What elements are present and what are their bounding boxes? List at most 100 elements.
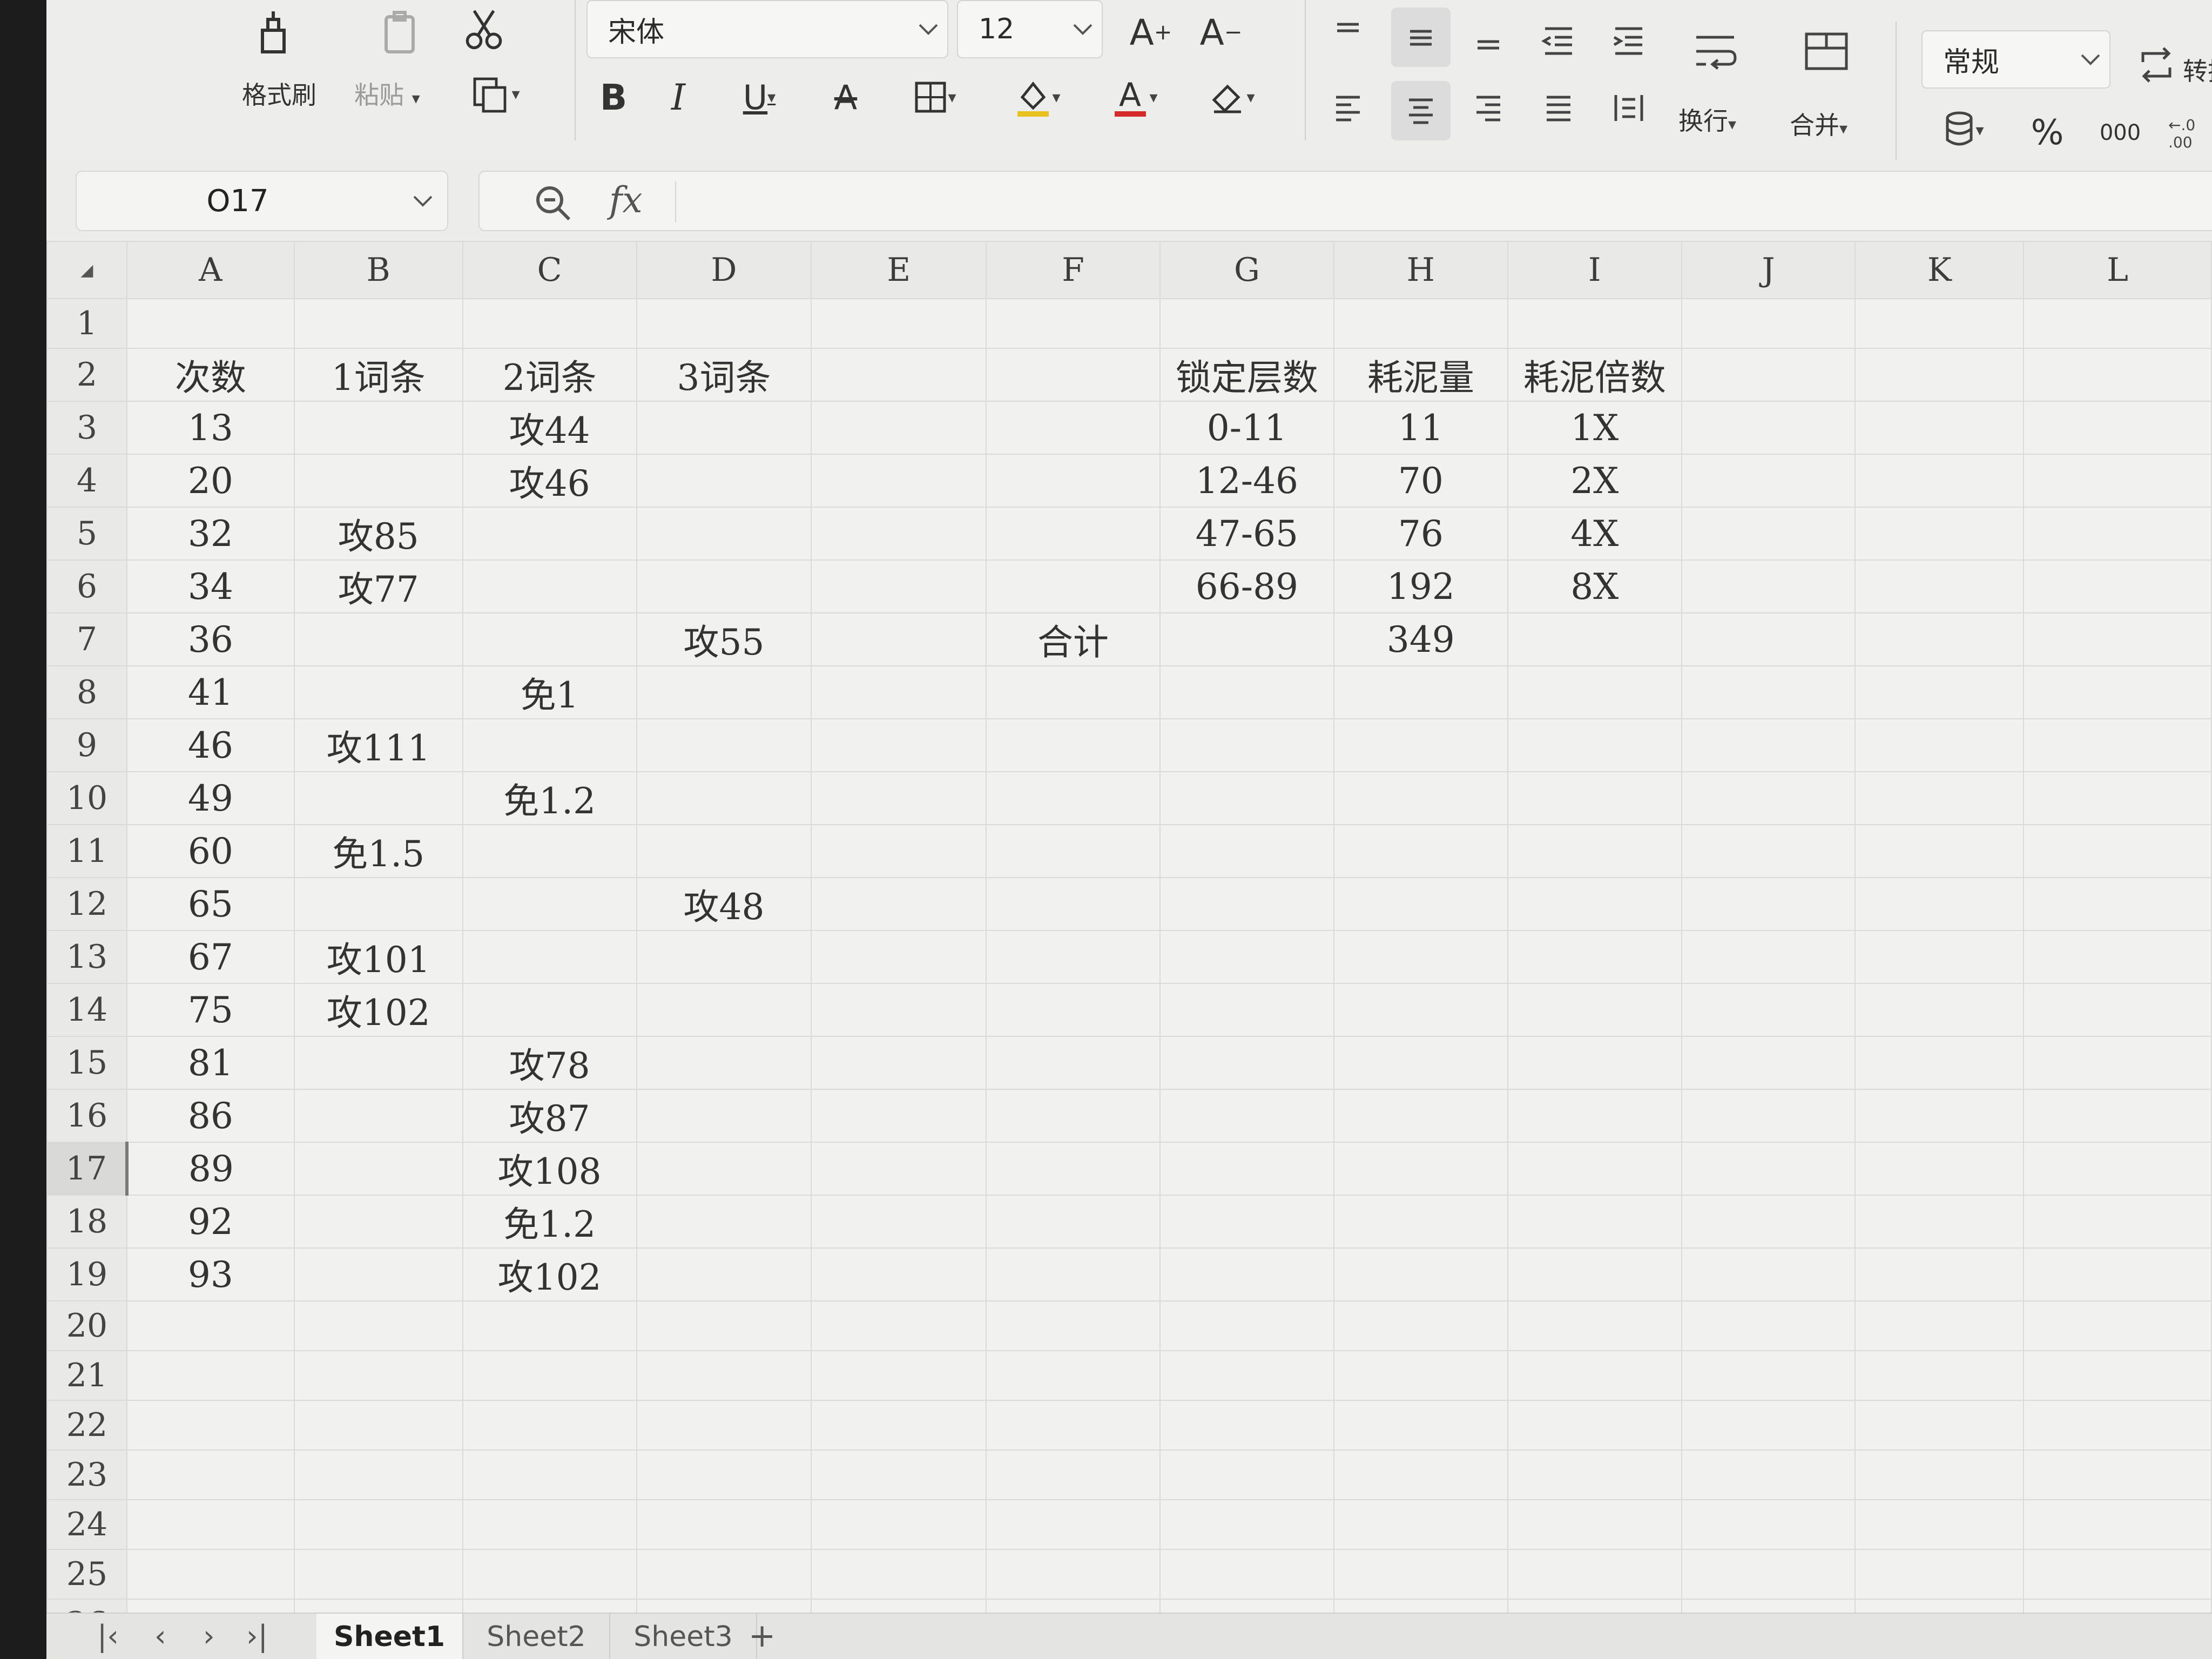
convert-icon[interactable] — [2132, 38, 2181, 92]
cell-a14[interactable]: 75 — [126, 983, 295, 1037]
cell-b25[interactable] — [293, 1549, 463, 1600]
cell-l9[interactable] — [2023, 718, 2212, 772]
cell-l4[interactable] — [2023, 454, 2212, 508]
cell-k22[interactable] — [1854, 1400, 2025, 1451]
cell-j20[interactable] — [1681, 1300, 1856, 1351]
name-box[interactable]: O17 — [76, 171, 448, 231]
zoom-search-icon[interactable] — [532, 183, 574, 226]
justify-icon[interactable] — [1532, 81, 1586, 135]
column-header-c[interactable]: C — [462, 241, 637, 299]
cell-c18[interactable]: 免1.2 — [462, 1195, 637, 1249]
column-header-e[interactable]: E — [811, 241, 987, 299]
increase-indent-icon[interactable] — [1602, 16, 1656, 65]
cell-j7[interactable] — [1681, 612, 1856, 666]
cell-l24[interactable] — [2023, 1499, 2212, 1550]
cell-g2[interactable]: 锁定层数 — [1159, 348, 1334, 402]
cell-c7[interactable] — [462, 612, 637, 666]
cell-e2[interactable] — [811, 348, 987, 402]
cell-e17[interactable] — [811, 1142, 987, 1196]
add-sheet-button[interactable]: + — [748, 1617, 775, 1655]
cell-k24[interactable] — [1854, 1499, 2025, 1550]
distributed-align-icon[interactable] — [1602, 81, 1656, 135]
cell-j11[interactable] — [1681, 824, 1856, 878]
fill-color-icon[interactable]: ▾ — [997, 70, 1078, 124]
cell-b22[interactable] — [293, 1400, 463, 1451]
cell-f14[interactable] — [986, 983, 1161, 1037]
cell-i15[interactable] — [1507, 1036, 1682, 1090]
cell-i14[interactable] — [1507, 983, 1682, 1037]
first-sheet-icon[interactable]: |‹ — [97, 1619, 119, 1653]
cell-b14[interactable]: 攻102 — [293, 983, 463, 1037]
cell-c5[interactable] — [462, 507, 637, 561]
thousands-separator-icon[interactable]: 000 — [2088, 106, 2153, 160]
paste-icon[interactable] — [367, 3, 432, 63]
cell-a26[interactable] — [126, 1599, 295, 1613]
cell-k11[interactable] — [1854, 824, 2025, 878]
cell-f9[interactable] — [986, 718, 1161, 772]
cell-d17[interactable] — [636, 1142, 812, 1196]
cell-j17[interactable] — [1681, 1142, 1856, 1196]
row-header[interactable]: 2 — [46, 348, 127, 402]
cell-a19[interactable]: 93 — [126, 1247, 295, 1301]
cell-b13[interactable]: 攻101 — [293, 930, 463, 984]
cell-b4[interactable] — [293, 454, 463, 508]
cell-j24[interactable] — [1681, 1499, 1856, 1550]
align-top-icon[interactable] — [1321, 8, 1375, 56]
cell-d4[interactable] — [636, 454, 812, 508]
function-icon[interactable]: fx — [609, 179, 643, 221]
cell-e9[interactable] — [811, 718, 987, 772]
cell-d9[interactable] — [636, 718, 812, 772]
cell-f26[interactable] — [986, 1599, 1161, 1613]
row-header[interactable]: 12 — [46, 877, 127, 931]
cell-e11[interactable] — [811, 824, 987, 878]
cell-e22[interactable] — [811, 1400, 987, 1451]
cell-k19[interactable] — [1854, 1247, 2025, 1301]
sheet-tab-sheet2[interactable]: Sheet2 — [463, 1614, 610, 1659]
font-name-select[interactable]: 宋体 — [586, 0, 948, 58]
cell-k5[interactable] — [1854, 507, 2025, 561]
cell-j9[interactable] — [1681, 718, 1856, 772]
cell-h22[interactable] — [1333, 1400, 1508, 1451]
cell-a2[interactable]: 次数 — [126, 348, 295, 402]
cell-f2[interactable] — [986, 348, 1161, 402]
select-all-corner[interactable]: ◢ — [46, 241, 127, 299]
cell-l25[interactable] — [2023, 1549, 2212, 1600]
cell-e12[interactable] — [811, 877, 987, 931]
cell-i17[interactable] — [1507, 1142, 1682, 1196]
copy-icon[interactable]: ▾ — [459, 67, 529, 121]
cell-b12[interactable] — [293, 877, 463, 931]
currency-icon[interactable]: ▾ — [1926, 100, 2001, 160]
cell-h20[interactable] — [1333, 1300, 1508, 1351]
cell-h10[interactable] — [1333, 771, 1508, 825]
cell-g4[interactable]: 12-46 — [1159, 454, 1334, 508]
cell-c6[interactable] — [462, 559, 637, 613]
cell-i3[interactable]: 1X — [1507, 401, 1682, 455]
cell-e5[interactable] — [811, 507, 987, 561]
cell-d6[interactable] — [636, 559, 812, 613]
cell-f13[interactable] — [986, 930, 1161, 984]
percent-icon[interactable]: % — [2018, 106, 2077, 160]
cell-h25[interactable] — [1333, 1549, 1508, 1600]
cell-h19[interactable] — [1333, 1247, 1508, 1301]
cell-j14[interactable] — [1681, 983, 1856, 1037]
sheet-tab-sheet3[interactable]: Sheet3 — [610, 1614, 757, 1659]
cell-a18[interactable]: 92 — [126, 1195, 295, 1249]
cell-b7[interactable] — [293, 612, 463, 666]
cell-k9[interactable] — [1854, 718, 2025, 772]
align-right-icon[interactable] — [1461, 81, 1515, 135]
cell-k18[interactable] — [1854, 1195, 2025, 1249]
row-header[interactable]: 7 — [46, 612, 127, 666]
cell-f25[interactable] — [986, 1549, 1161, 1600]
column-header-i[interactable]: I — [1507, 241, 1682, 299]
cell-g7[interactable] — [1159, 612, 1334, 666]
cell-k3[interactable] — [1854, 401, 2025, 455]
cell-h6[interactable]: 192 — [1333, 559, 1508, 613]
cell-g5[interactable]: 47-65 — [1159, 507, 1334, 561]
cell-k8[interactable] — [1854, 665, 2025, 719]
cell-b2[interactable]: 1词条 — [293, 348, 463, 402]
cell-l19[interactable] — [2023, 1247, 2212, 1301]
cell-g17[interactable] — [1159, 1142, 1334, 1196]
cell-l23[interactable] — [2023, 1449, 2212, 1500]
decimal-increase-icon[interactable]: ←.0.00 — [2158, 106, 2212, 160]
cell-g23[interactable] — [1159, 1449, 1334, 1500]
